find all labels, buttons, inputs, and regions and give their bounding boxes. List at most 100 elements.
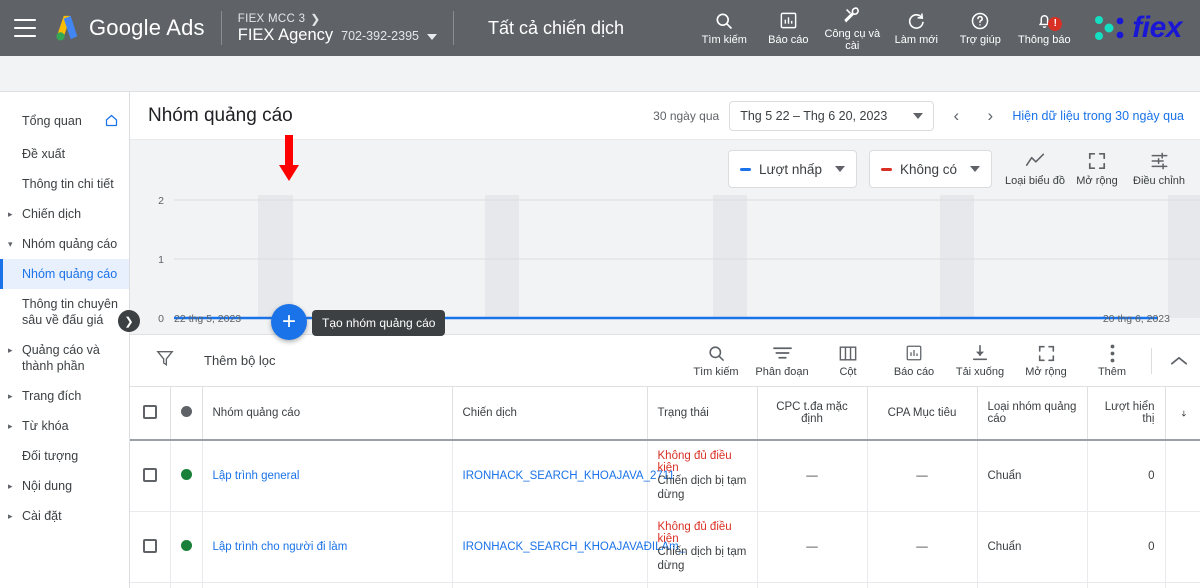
create-ad-group-tooltip: Tạo nhóm quảng cáo bbox=[312, 310, 446, 336]
chevron-right-icon: ❯ bbox=[310, 11, 321, 26]
hamburger-menu-icon[interactable] bbox=[14, 19, 36, 37]
date-prev-button[interactable]: ‹ bbox=[944, 104, 968, 128]
row-target-cpa: — bbox=[867, 582, 978, 588]
sidebar-item-trang-dich[interactable]: ▸ Trang đích bbox=[0, 381, 129, 411]
chevron-down-icon bbox=[970, 166, 980, 172]
show-data-link[interactable]: Hiện dữ liệu trong 30 ngày qua bbox=[1012, 109, 1184, 123]
row-checkbox[interactable] bbox=[142, 538, 157, 553]
row-status-sub: Chiến dịch bị tạm dừng bbox=[657, 546, 747, 572]
google-ads-title: Google Ads bbox=[89, 15, 205, 40]
sidebar-item-dau-gia[interactable]: Thông tin chuyên sâu về đấu giá bbox=[0, 289, 129, 335]
top-nav-search[interactable]: Tìm kiếm bbox=[692, 11, 756, 46]
google-ads-logo[interactable]: Google Ads bbox=[54, 14, 205, 42]
metric-primary-swatch bbox=[740, 167, 752, 171]
sidebar-item-de-xuat[interactable]: Đề xuất bbox=[0, 139, 129, 169]
toolbar-columns-button[interactable]: Cột bbox=[815, 343, 881, 378]
header-status[interactable]: Trạng thái bbox=[647, 387, 758, 441]
metric-primary-selector[interactable]: Lượt nhấp bbox=[728, 150, 857, 188]
svg-text:1: 1 bbox=[158, 254, 164, 266]
top-nav-tools[interactable]: Công cụ và cài bbox=[820, 5, 884, 52]
header-impressions[interactable]: Lượt hiển thị bbox=[1087, 387, 1166, 441]
table-row[interactable]: Lập trình cho người đi làm IRONHACK_SEAR… bbox=[130, 511, 1200, 583]
sidebar-item-quang-cao-thanh-phan[interactable]: ▸ Quảng cáo và thành phần bbox=[0, 335, 129, 381]
metric-secondary-selector[interactable]: Không có bbox=[868, 150, 992, 188]
sort-arrow-icon bbox=[1181, 410, 1186, 417]
table-row[interactable]: Lập trình general IRONHACK_SEARCH_KHOAJA… bbox=[130, 440, 1200, 512]
sidebar-label: Chiến dịch bbox=[22, 207, 82, 221]
sidebar-collapse-toggle[interactable]: ❯ bbox=[118, 310, 140, 332]
sidebar-nav: Tổng quan Đề xuất Thông tin chi tiết ▸ C… bbox=[0, 92, 140, 588]
svg-text:0: 0 bbox=[158, 313, 164, 325]
account-selector[interactable]: FIEX MCC 3 ❯ FIEX Agency 702-392-2395 bbox=[238, 12, 437, 45]
sidebar-item-tong-quan[interactable]: Tổng quan bbox=[0, 106, 129, 139]
top-nav-reports-label: Báo cáo bbox=[768, 33, 809, 46]
chevron-right-icon: ▸ bbox=[8, 511, 13, 521]
select-all-checkbox[interactable] bbox=[142, 404, 157, 419]
sidebar-label: Nhóm quảng cáo bbox=[22, 237, 118, 251]
chevron-up-icon bbox=[1170, 356, 1188, 365]
help-question-icon bbox=[970, 11, 990, 31]
top-nav-reports[interactable]: Báo cáo bbox=[756, 11, 820, 46]
reports-bar-chart-icon bbox=[779, 11, 798, 31]
header-ad-group-type[interactable]: Loại nhóm quảng cáo bbox=[977, 387, 1088, 441]
row-max-cpc: — bbox=[757, 440, 868, 512]
metric-secondary-label: Không có bbox=[899, 161, 957, 177]
header-max-cpc[interactable]: CPC t.đa mặc định bbox=[757, 387, 868, 441]
header-campaign[interactable]: Chiến dịch bbox=[452, 387, 648, 441]
toolbar-download-button[interactable]: Tải xuống bbox=[947, 343, 1013, 378]
adjust-sliders-icon bbox=[1150, 151, 1169, 171]
header-interactions[interactable]: sort-down-arrow-icon Lượt tương tác bbox=[1165, 387, 1200, 441]
header-ad-group[interactable]: Nhóm quảng cáo bbox=[202, 387, 453, 441]
header-select-all[interactable] bbox=[130, 387, 171, 441]
more-vertical-icon bbox=[1110, 343, 1115, 363]
refresh-icon bbox=[906, 11, 926, 31]
toolbar-columns-label: Cột bbox=[839, 366, 857, 378]
top-nav-help[interactable]: Trợ giúp bbox=[948, 11, 1012, 46]
sidebar-item-nhom-quang-cao-group[interactable]: ▾ Nhóm quảng cáo bbox=[0, 229, 129, 259]
sidebar-item-tu-khoa[interactable]: ▸ Từ khóa bbox=[0, 411, 129, 441]
toolbar-collapse-button[interactable] bbox=[1158, 355, 1200, 367]
toolbar-more-button[interactable]: Thêm bbox=[1079, 343, 1145, 378]
sidebar-item-doi-tuong[interactable]: Đối tượng bbox=[0, 441, 129, 471]
date-next-button[interactable]: › bbox=[978, 104, 1002, 128]
sidebar-item-chien-dich[interactable]: ▸ Chiến dịch bbox=[0, 199, 129, 229]
table-row[interactable]: Lập trình general IRONHACK_SEARCH_KHOAJA… bbox=[130, 582, 1200, 588]
top-nav-notifications[interactable]: ! Thông báo bbox=[1012, 11, 1076, 46]
row-target-cpa: — bbox=[867, 440, 978, 512]
toolbar-download-label: Tải xuống bbox=[955, 366, 1005, 378]
toolbar-search-button[interactable]: Tìm kiếm bbox=[683, 343, 749, 378]
header-interactions-label: Lượt tương tác bbox=[1192, 395, 1200, 431]
create-ad-group-fab[interactable]: + bbox=[271, 304, 307, 340]
table-body: Lập trình general IRONHACK_SEARCH_KHOAJA… bbox=[130, 440, 1200, 588]
sidebar-label: Quảng cáo và thành phần bbox=[22, 343, 100, 373]
header-target-cpa[interactable]: CPA Mục tiêu bbox=[867, 387, 978, 441]
metric-primary-label: Lượt nhấp bbox=[759, 161, 822, 177]
toolbar-expand-button[interactable]: Mở rộng bbox=[1013, 343, 1079, 378]
row-campaign-name[interactable]: IRONHACK_SEARCH_KHOAJAVA_2711 bbox=[463, 470, 675, 482]
row-campaign-name[interactable]: IRONHACK_SEARCH_KHOAJAVAĐILAm_ bbox=[463, 541, 686, 553]
sidebar-item-cai-dat[interactable]: ▸ Cài đặt bbox=[0, 501, 129, 531]
row-ad-group-name[interactable]: Lập trình general bbox=[213, 470, 300, 482]
chart-expand-button[interactable]: Mở rộng bbox=[1066, 151, 1128, 187]
chart-adjust-button[interactable]: Điều chỉnh bbox=[1128, 151, 1190, 187]
ad-groups-table-container[interactable]: Nhóm quảng cáo Chiến dịch Trạng thái CPC… bbox=[130, 387, 1200, 588]
filter-funnel-icon[interactable] bbox=[156, 349, 174, 372]
sidebar-item-noi-dung[interactable]: ▸ Nội dung bbox=[0, 471, 129, 501]
add-filter-label[interactable]: Thêm bộ lọc bbox=[204, 353, 276, 368]
sidebar-item-nhom-quang-cao[interactable]: Nhóm quảng cáo bbox=[0, 259, 129, 289]
toolbar-segment-button[interactable]: Phân đoạn bbox=[749, 343, 815, 378]
top-nav-tools-label: Công cụ và cài bbox=[824, 27, 881, 52]
secondary-bar bbox=[0, 56, 1200, 92]
chart-type-button[interactable]: Loại biểu đồ bbox=[1004, 151, 1066, 187]
date-controls: 30 ngày qua Thg 5 22 – Thg 6 20, 2023 ‹ … bbox=[653, 100, 1184, 131]
toolbar-search-label: Tìm kiếm bbox=[693, 366, 739, 378]
sidebar-item-thong-tin-chi-tiet[interactable]: Thông tin chi tiết bbox=[0, 169, 129, 199]
top-nav-refresh[interactable]: Làm mới bbox=[884, 11, 948, 46]
x-axis-start-label: 22 thg 5, 2023 bbox=[174, 313, 242, 325]
row-checkbox[interactable] bbox=[142, 467, 157, 482]
row-ad-group-name[interactable]: Lập trình cho người đi làm bbox=[213, 541, 348, 553]
toolbar-reports-button[interactable]: Báo cáo bbox=[881, 343, 947, 378]
header-status-dot bbox=[170, 387, 203, 441]
date-range-picker[interactable]: Thg 5 22 – Thg 6 20, 2023 bbox=[729, 100, 935, 131]
chart-metric-toolbar: Lượt nhấp Không có Loại biểu đồ Mở rộng … bbox=[728, 150, 1190, 188]
